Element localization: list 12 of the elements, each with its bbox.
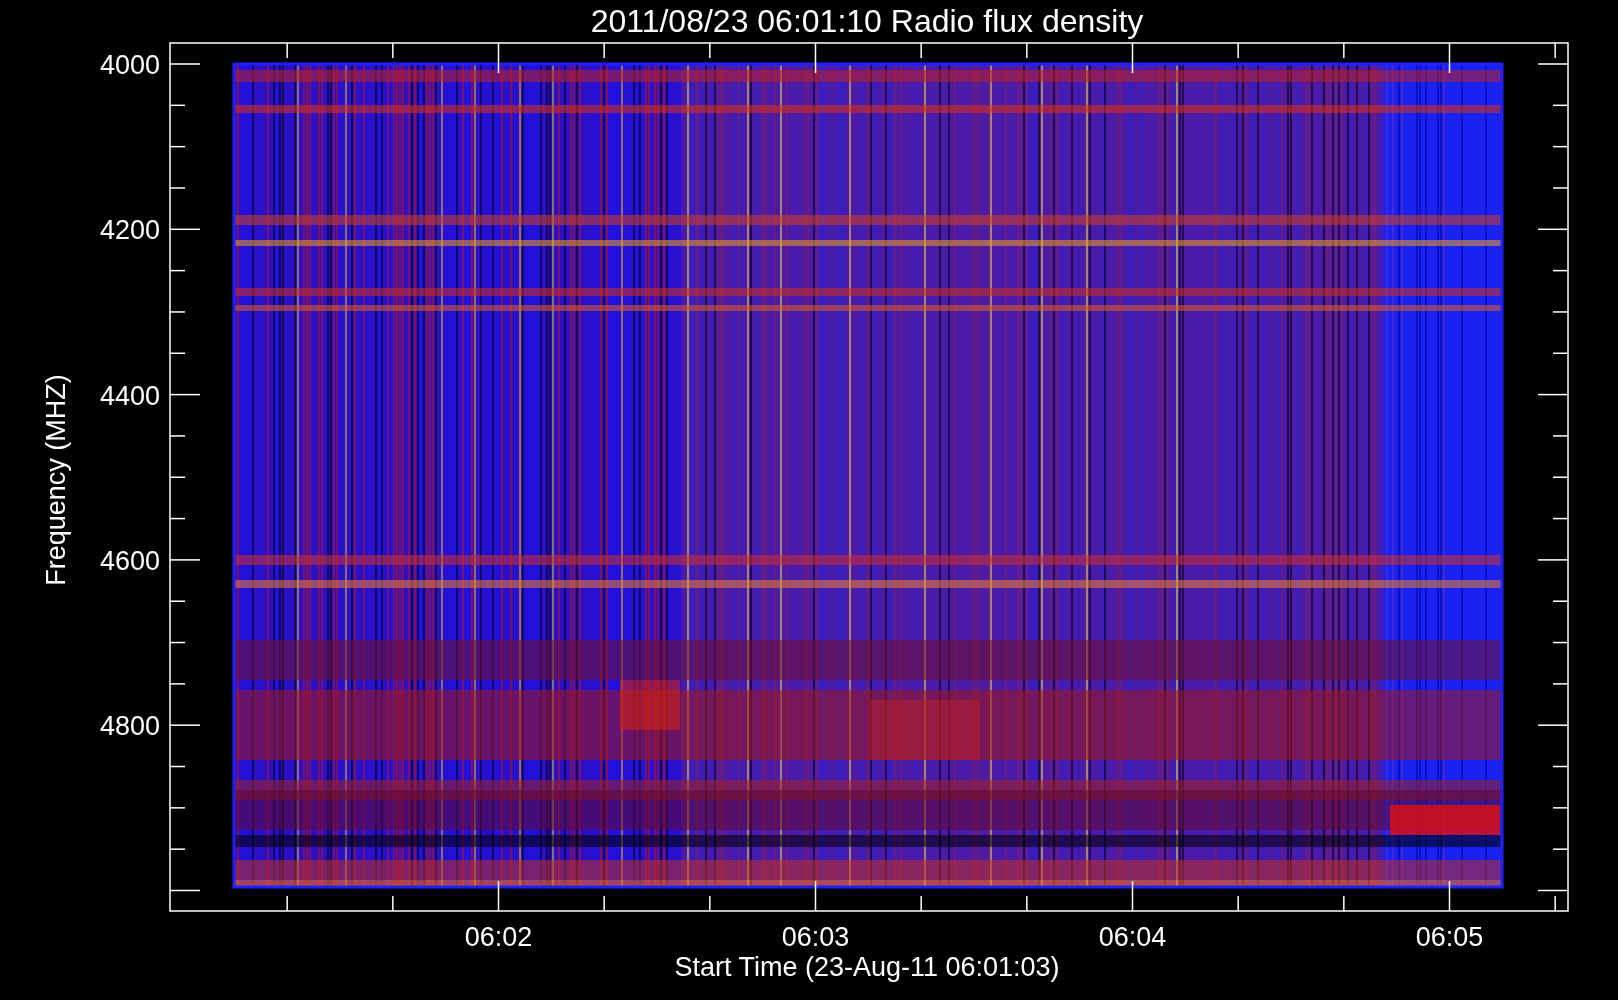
chart-title: 2011/08/23 06:01:10 Radio flux density <box>590 3 1144 39</box>
axis-tick-label: 4400 <box>99 380 160 411</box>
axis-tick-label: 4600 <box>99 545 160 576</box>
axis-tick-label: 4200 <box>99 215 160 246</box>
axis-tick-label: 4000 <box>99 50 160 80</box>
axis-tick-label: 06:05 <box>1415 922 1484 952</box>
axis-title: Start Time (23-Aug-11 06:01:03) <box>674 952 1060 982</box>
axis-tick-label: 06:04 <box>1098 922 1167 952</box>
axis-tick-label: 06:03 <box>781 922 850 952</box>
axis-title: Frequency (MHZ) <box>41 374 71 586</box>
axis-tick-label: 06:02 <box>464 922 533 952</box>
axis-tick-label: 4800 <box>99 711 160 742</box>
